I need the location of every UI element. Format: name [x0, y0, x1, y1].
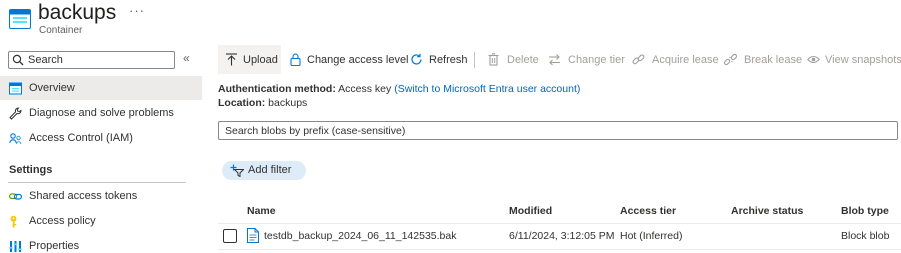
upload-label: Upload	[243, 54, 278, 66]
divider	[8, 182, 186, 183]
sidebar-item-label: Access policy	[29, 215, 96, 227]
location-value: backups	[268, 97, 308, 109]
overview-icon	[9, 82, 22, 95]
add-filter-label: Add filter	[248, 164, 292, 176]
location-line: Location: backups	[218, 97, 307, 109]
sidebar-item-label: Diagnose and solve problems	[29, 107, 174, 119]
page-title: backups	[38, 1, 117, 24]
column-header-access-tier[interactable]: Access tier	[620, 205, 676, 217]
refresh-label: Refresh	[429, 54, 468, 66]
row-divider	[218, 249, 901, 250]
blob-type: Block blob	[841, 230, 890, 242]
refresh-icon	[410, 53, 423, 66]
command-bar: Upload Change access level Refresh Delet…	[217, 45, 901, 74]
key-icon	[9, 215, 22, 228]
container-icon	[9, 9, 31, 29]
lock-icon	[289, 53, 302, 67]
wrench-icon	[9, 107, 22, 120]
column-header-archive-status[interactable]: Archive status	[731, 205, 803, 217]
view-snapshots-button[interactable]: View snapshots	[803, 45, 901, 74]
page-subtitle: Container	[39, 25, 83, 36]
row-select-checkbox[interactable]	[223, 229, 237, 243]
blob-access-tier: Hot (Inferred)	[620, 230, 683, 242]
refresh-button[interactable]: Refresh	[406, 45, 470, 74]
broken-link-icon	[723, 53, 738, 66]
sidebar-item-label: Overview	[29, 82, 75, 94]
blob-search-placeholder: Search blobs by prefix (case-sensitive)	[225, 125, 406, 137]
more-actions-button[interactable]: ···	[129, 3, 145, 18]
link-icon	[9, 190, 23, 203]
delete-label: Delete	[507, 54, 539, 66]
sidebar-item-shared-access-tokens[interactable]: Shared access tokens	[0, 184, 202, 208]
add-filter-icon	[230, 164, 245, 178]
acquire-lease-button[interactable]: Acquire lease	[627, 45, 719, 74]
upload-icon	[225, 53, 238, 66]
add-filter-button[interactable]: Add filter	[222, 161, 306, 180]
switch-auth-link[interactable]: (Switch to Microsoft Entra user account)	[394, 83, 580, 95]
sidebar-item-iam[interactable]: Access Control (IAM)	[0, 126, 202, 150]
auth-method-value: Access key	[338, 83, 392, 95]
delete-button[interactable]: Delete	[483, 45, 539, 74]
sidebar-item-label: Shared access tokens	[29, 190, 138, 202]
acquire-lease-label: Acquire lease	[652, 54, 719, 66]
column-header-blob-type[interactable]: Blob type	[841, 205, 889, 217]
swap-arrows-icon	[548, 53, 561, 66]
location-label: Location:	[218, 97, 266, 109]
change-access-level-button[interactable]: Change access level	[285, 45, 409, 74]
eye-icon	[807, 53, 820, 66]
break-lease-label: Break lease	[744, 54, 803, 66]
sidebar-search-input[interactable]: Search	[8, 51, 175, 69]
change-tier-button[interactable]: Change tier	[543, 45, 625, 74]
file-icon	[247, 228, 259, 243]
change-tier-label: Change tier	[568, 54, 625, 66]
sidebar-item-label: Properties	[29, 240, 80, 252]
sidebar-item-access-policy[interactable]: Access policy	[0, 209, 202, 233]
collapse-sidebar-button[interactable]: «	[183, 51, 190, 65]
sidebar-search-placeholder: Search	[28, 54, 63, 66]
sidebar-item-diagnose[interactable]: Diagnose and solve problems	[0, 101, 202, 125]
column-header-name[interactable]: Name	[247, 205, 276, 217]
change-access-level-label: Change access level	[307, 54, 409, 66]
search-icon	[12, 54, 24, 66]
header-divider	[218, 223, 901, 224]
iam-people-icon	[9, 132, 22, 145]
sidebar-item-properties[interactable]: Properties	[0, 234, 202, 253]
column-header-modified[interactable]: Modified	[509, 205, 552, 217]
link-chain-icon	[632, 53, 645, 66]
blob-modified: 6/11/2024, 3:12:05 PM	[509, 230, 615, 242]
auth-method-label: Authentication method:	[218, 83, 336, 95]
sidebar-item-label: Access Control (IAM)	[29, 132, 133, 144]
auth-method-line: Authentication method: Access key (Switc…	[218, 83, 580, 95]
trash-icon	[487, 53, 500, 66]
properties-bars-icon	[9, 240, 22, 253]
sidebar-item-overview[interactable]: Overview	[0, 76, 202, 100]
blob-name-link[interactable]: testdb_backup_2024_06_11_142535.bak	[264, 230, 456, 242]
blob-prefix-search-input[interactable]: Search blobs by prefix (case-sensitive)	[218, 121, 898, 140]
break-lease-button[interactable]: Break lease	[719, 45, 803, 74]
settings-heading: Settings	[9, 164, 53, 176]
toolbar-divider	[474, 52, 475, 68]
upload-button[interactable]: Upload	[218, 45, 281, 74]
view-snapshots-label: View snapshots	[825, 54, 901, 66]
